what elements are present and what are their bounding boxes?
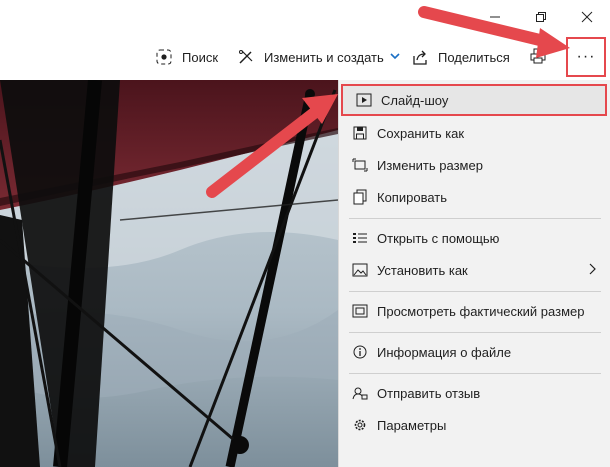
menu-item-label: Просмотреть фактический размер: [377, 303, 585, 319]
menu-item-resize[interactable]: Изменить размер: [339, 149, 610, 181]
print-button[interactable]: [526, 34, 550, 80]
menu-divider: [349, 218, 601, 219]
resize-icon: [345, 158, 375, 172]
menu-item-label: Установить как: [377, 262, 468, 278]
search-label: Поиск: [182, 49, 219, 65]
more-options-menu: Слайд-шоу Сохранить как Изменить размер …: [338, 80, 610, 467]
menu-item-file-info[interactable]: Информация о файле: [339, 336, 610, 368]
restore-icon: [536, 12, 546, 22]
photo-image: [0, 80, 338, 467]
menu-item-label: Слайд-шоу: [381, 92, 449, 108]
menu-item-copy[interactable]: Копировать: [339, 181, 610, 213]
menu-item-save-as[interactable]: Сохранить как: [339, 117, 610, 149]
title-bar: [0, 0, 610, 34]
menu-divider: [349, 332, 601, 333]
menu-item-open-with[interactable]: Открыть с помощью: [339, 222, 610, 254]
close-icon: [581, 11, 593, 23]
save-icon: [345, 126, 375, 140]
menu-item-label: Параметры: [377, 417, 447, 433]
feedback-icon: [345, 386, 375, 400]
more-icon: ···: [576, 48, 596, 65]
search-icon: [154, 47, 174, 67]
menu-item-actual-size[interactable]: Просмотреть фактический размер: [339, 295, 610, 327]
menu-item-feedback[interactable]: Отправить отзыв: [339, 377, 610, 409]
slideshow-icon: [349, 93, 379, 107]
share-label: Поделиться: [438, 49, 510, 65]
more-options-button[interactable]: ···: [566, 37, 606, 77]
photo-view: [0, 80, 338, 467]
menu-item-label: Сохранить как: [377, 125, 465, 141]
menu-item-label: Отправить отзыв: [377, 385, 481, 401]
chevron-right-icon: [589, 263, 597, 278]
actual-size-icon: [345, 304, 375, 318]
minimize-button[interactable]: [472, 0, 518, 34]
menu-item-label: Открыть с помощью: [377, 230, 500, 246]
edit-create-label: Изменить и создать: [264, 49, 384, 65]
menu-item-set-as[interactable]: Установить как: [339, 254, 610, 286]
restore-button[interactable]: [518, 0, 564, 34]
toolbar: Поиск Изменить и создать Поделиться ···: [0, 34, 610, 80]
menu-divider: [349, 291, 601, 292]
info-icon: [345, 345, 375, 359]
share-button[interactable]: Поделиться: [410, 34, 510, 80]
share-icon: [410, 47, 430, 67]
menu-item-label: Информация о файле: [377, 344, 512, 360]
edit-icon: [236, 47, 256, 67]
edit-create-button[interactable]: Изменить и создать: [236, 34, 400, 80]
open-with-icon: [345, 231, 375, 245]
set-as-icon: [345, 263, 375, 277]
settings-icon: [345, 418, 375, 432]
menu-item-settings[interactable]: Параметры: [339, 409, 610, 441]
menu-item-label: Изменить размер: [377, 157, 483, 173]
copy-icon: [345, 189, 375, 205]
menu-item-label: Копировать: [377, 189, 447, 205]
print-icon: [529, 47, 547, 68]
close-button[interactable]: [564, 0, 610, 34]
minimize-icon: [490, 16, 500, 18]
menu-divider: [349, 373, 601, 374]
search-button[interactable]: Поиск: [154, 34, 218, 80]
menu-item-slideshow[interactable]: Слайд-шоу: [341, 84, 607, 116]
chevron-down-icon: [390, 51, 400, 63]
